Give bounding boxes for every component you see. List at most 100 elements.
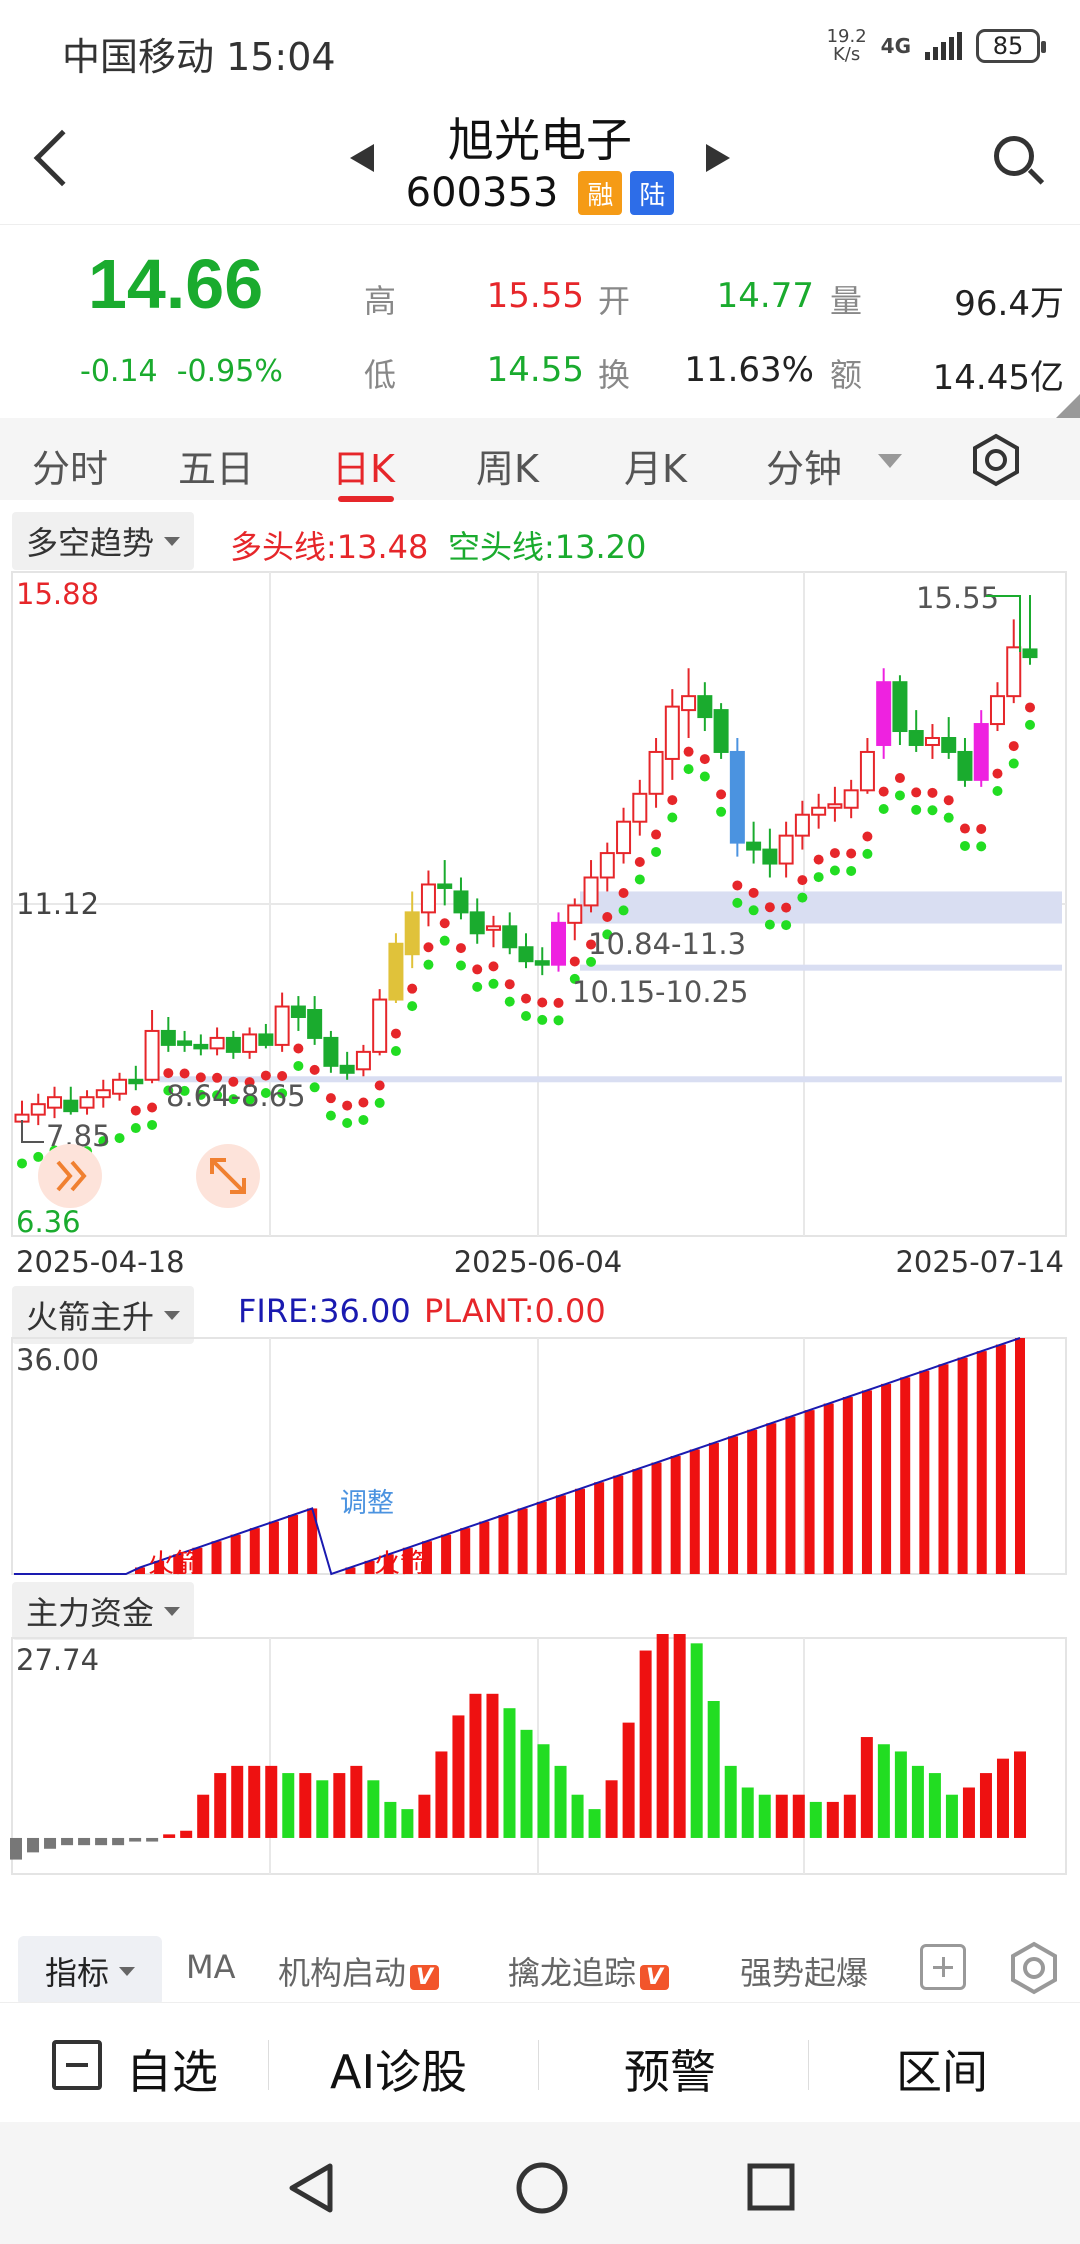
funds-bar xyxy=(520,1729,533,1838)
candle xyxy=(372,998,388,1053)
remove-watchlist-icon[interactable] xyxy=(52,2040,102,2090)
rocket-chart[interactable]: 36.00 火箭 调整火箭 xyxy=(0,1334,1080,1580)
candle xyxy=(177,1040,193,1046)
vip-badge: V xyxy=(410,1965,440,1990)
stock-name: 旭光电子 xyxy=(448,113,632,167)
bull-dot xyxy=(163,1068,174,1079)
candle xyxy=(957,750,973,781)
dragon-track-button[interactable]: 擒龙追踪 V xyxy=(508,1948,670,1994)
candle xyxy=(420,883,436,914)
funds-bar xyxy=(877,1744,890,1838)
bear-dot xyxy=(683,764,694,775)
zone-label: 10.84-11.3 xyxy=(588,927,746,961)
indicator-menu-button[interactable]: 指标 xyxy=(18,1936,162,2006)
scroll-start-icon[interactable] xyxy=(38,1144,102,1208)
tab-intraday[interactable]: 分时 xyxy=(32,438,108,493)
candle xyxy=(729,750,745,844)
stock-code-row: 600353 融 陆 xyxy=(0,170,1080,216)
settings-hex-icon[interactable] xyxy=(968,432,1024,488)
funds-bar xyxy=(146,1837,159,1842)
bull-dot xyxy=(309,1064,320,1075)
funds-bar xyxy=(95,1837,108,1846)
main-funds-chart[interactable]: 27.74 xyxy=(0,1634,1080,1878)
kline-chart[interactable]: 15.8811.126.3615.557.8510.84-11.310.15-1… xyxy=(0,560,1080,1280)
tab-minute[interactable]: 分钟 xyxy=(766,438,842,493)
fire-bar xyxy=(861,1390,872,1574)
candle xyxy=(453,890,469,914)
candle xyxy=(827,803,843,809)
search-icon[interactable] xyxy=(994,136,1034,176)
candle xyxy=(908,730,924,746)
fire-bar xyxy=(823,1403,834,1574)
candle xyxy=(355,1050,371,1071)
current-price: 14.66 xyxy=(88,245,264,323)
funds-bar xyxy=(843,1794,856,1838)
tab-monthly-k[interactable]: 月K xyxy=(624,438,687,493)
bear-dot xyxy=(959,840,970,851)
bull-dot xyxy=(455,943,466,954)
bull-dot xyxy=(521,993,531,1004)
nav-recents-icon[interactable] xyxy=(746,2162,796,2212)
bear-dot xyxy=(911,804,922,815)
bull-dot xyxy=(732,880,743,891)
funds-bar xyxy=(826,1801,839,1838)
bull-dot xyxy=(699,754,710,765)
nav-home-icon[interactable] xyxy=(514,2160,570,2216)
bear-dot xyxy=(862,848,873,859)
candle xyxy=(437,883,453,889)
dropdown-icon xyxy=(119,1966,135,1976)
funds-bar xyxy=(588,1809,601,1838)
candle xyxy=(469,911,485,935)
sub2-indicator-selector[interactable]: 主力资金 xyxy=(12,1582,195,1640)
strong-burst-button[interactable]: 强势起爆 xyxy=(740,1948,880,1994)
tab-daily-k[interactable]: 日K xyxy=(332,438,395,493)
range-button[interactable]: 区间 xyxy=(896,2036,988,2102)
bear-dot xyxy=(748,905,759,916)
bear-dot xyxy=(504,996,515,1007)
minute-dropdown-icon[interactable] xyxy=(878,454,902,468)
y-max-label: 36.00 xyxy=(16,1343,99,1377)
tab-five-day[interactable]: 五日 xyxy=(178,438,254,493)
bear-dot xyxy=(1025,719,1035,730)
indicator-settings-icon[interactable] xyxy=(1006,1940,1062,1996)
inst-start-button[interactable]: 机构启动 V xyxy=(278,1948,440,1994)
fullscreen-icon[interactable] xyxy=(196,1144,260,1208)
bull-dot xyxy=(602,911,613,922)
y-min-label: 6.36 xyxy=(16,1205,81,1239)
candle xyxy=(713,709,729,753)
nav-back-icon[interactable] xyxy=(286,2160,336,2216)
bull-dot xyxy=(407,983,418,994)
bear-dot xyxy=(33,1151,44,1162)
alert-button[interactable]: 预警 xyxy=(624,2036,716,2102)
amount-value: 14.45亿 xyxy=(932,358,1064,398)
plant-value: PLANT:0.00 xyxy=(424,1292,606,1330)
candle xyxy=(30,1103,46,1116)
candle xyxy=(47,1096,63,1109)
funds-bar xyxy=(112,1837,125,1846)
bear-dot xyxy=(374,1097,385,1108)
ma-button[interactable]: MA xyxy=(186,1948,236,1986)
funds-bar xyxy=(316,1780,329,1838)
battery-icon: 85 xyxy=(976,29,1046,63)
funds-bar xyxy=(333,1773,346,1838)
expand-corner-icon[interactable] xyxy=(1056,394,1080,418)
tab-weekly-k[interactable]: 周K xyxy=(476,438,539,493)
adjust-tag: 调整 xyxy=(340,1488,394,1519)
bull-dot xyxy=(894,773,905,784)
funds-bar xyxy=(537,1744,550,1838)
funds-bar xyxy=(265,1765,278,1838)
watchlist-button[interactable]: 自选 xyxy=(126,2036,218,2102)
candle xyxy=(242,1033,258,1053)
funds-bar xyxy=(724,1765,737,1838)
candle xyxy=(762,848,778,865)
funds-bar xyxy=(163,1834,176,1838)
funds-bar xyxy=(622,1722,635,1838)
bear-dot xyxy=(147,1119,158,1130)
add-indicator-icon[interactable] xyxy=(920,1944,966,1990)
funds-bar xyxy=(928,1773,941,1838)
bear-dot xyxy=(846,865,857,876)
bear-dot xyxy=(439,935,450,946)
candle xyxy=(941,737,957,753)
ai-diagnose-button[interactable]: AI诊股 xyxy=(330,2036,467,2102)
fire-bar xyxy=(460,1528,471,1574)
